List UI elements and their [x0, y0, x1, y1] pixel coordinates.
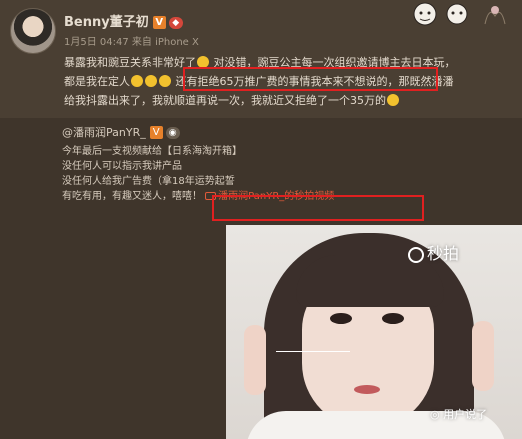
smile-emoji-icon: [387, 94, 399, 106]
post-line-3: 都是我在定人: [64, 75, 130, 88]
video-frame-hand: [244, 325, 266, 395]
miaopai-label: 秒拍: [427, 244, 460, 263]
post-line-5: 给我抖露出来了，我就顺道再说一次，我就近又拒绝了一个35万的: [64, 94, 386, 107]
highlight-box-refusal: [183, 67, 438, 91]
video-frame-eye: [330, 313, 352, 324]
highlight-box-video-link: [212, 195, 424, 221]
smile-emoji-icon: [131, 75, 143, 87]
post-meta: 1月5日 04:47 来自 iPhone X: [64, 37, 199, 48]
verified-badge-icon: V: [149, 126, 163, 139]
cartoon-decoration-icon: [413, 2, 506, 26]
video-scrub-line[interactable]: [276, 351, 350, 352]
author-name[interactable]: Benny董子初: [64, 15, 149, 30]
video-frame-hand: [472, 321, 494, 391]
corner-watermark-label: 用户说了: [443, 408, 488, 421]
level-badge-icon: ◆: [168, 17, 183, 29]
miaopai-logo-icon: [408, 247, 424, 263]
post-author[interactable]: Benny董子初 V ◆: [64, 11, 183, 30]
smile-emoji-icon: [159, 75, 171, 87]
corner-watermark: ◎ 用户说了: [430, 406, 487, 422]
wechat-icon: ◎: [430, 408, 444, 421]
level-badge-icon: ◉: [165, 127, 180, 139]
repost-line-4: 有吃有用，有趣又迷人，嘻嘻！: [62, 191, 202, 202]
verified-badge-icon: V: [152, 16, 166, 29]
repost-line-3: 没任何人给我广告费（拿18年运势起誓: [62, 176, 235, 187]
video-frame-lips: [354, 385, 380, 394]
post-line-1: 暴露我和豌豆关系非常好了: [64, 56, 196, 69]
repost-author[interactable]: @潘雨润PanYR_ V ◉: [62, 124, 180, 140]
author-avatar[interactable]: [10, 8, 56, 54]
video-frame-eye: [382, 313, 404, 324]
miaopai-watermark: 秒拍: [408, 240, 459, 264]
repost-line-1: 今年最后一支视频献给【日系海淘开箱】: [62, 146, 242, 157]
repost-line-2: 没任何人可以指示我讲产品: [62, 161, 182, 172]
smile-emoji-icon: [145, 75, 157, 87]
repost-author-name[interactable]: @潘雨润PanYR_: [62, 126, 146, 139]
